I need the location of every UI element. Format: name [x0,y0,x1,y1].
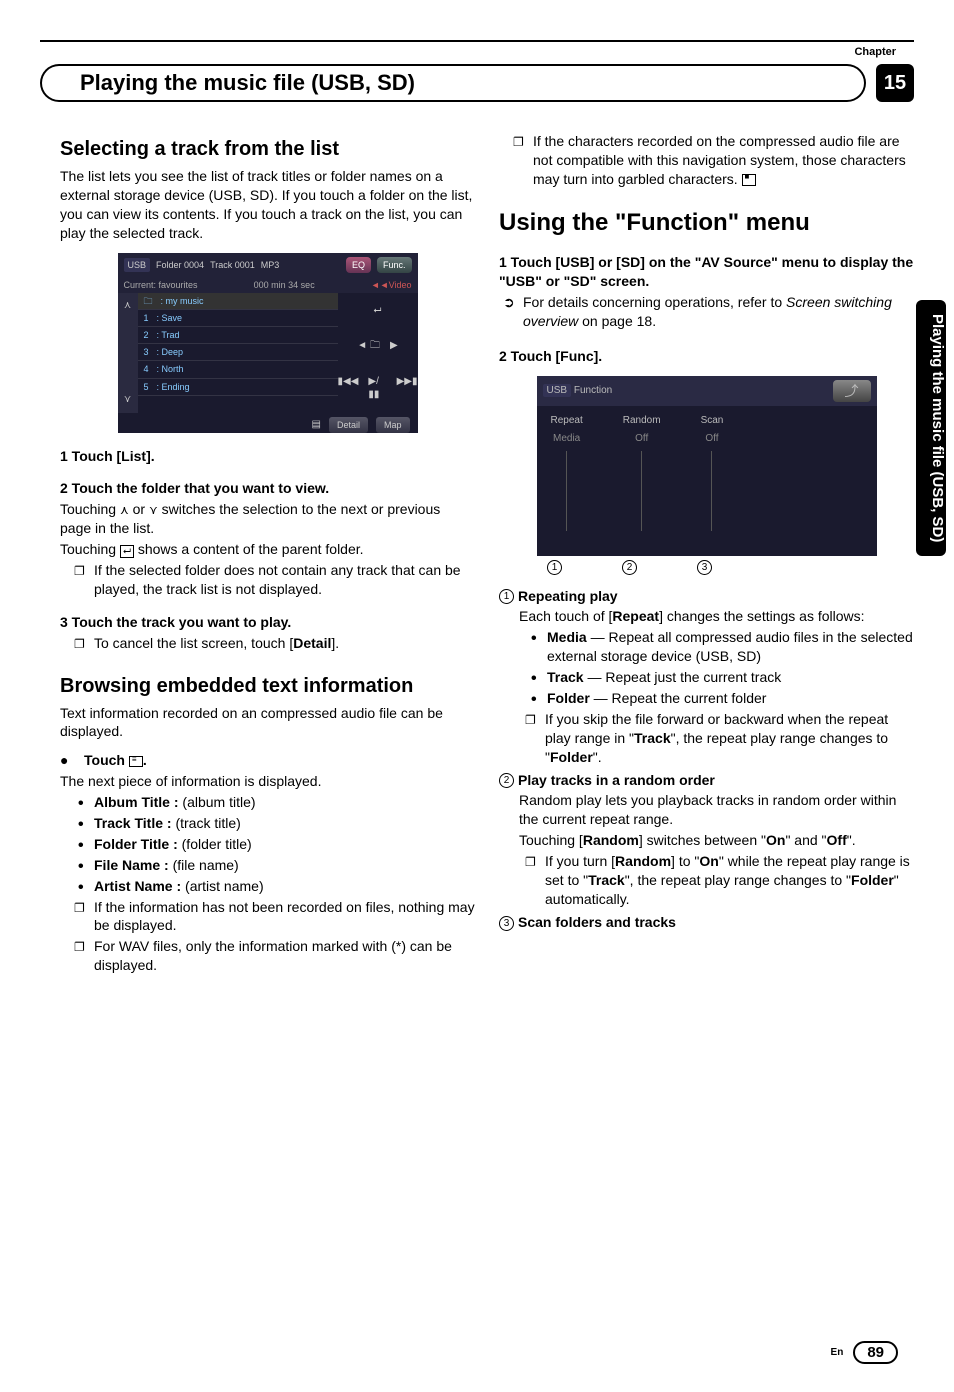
step-2: 2 Touch the folder that you want to view… [60,479,475,498]
shot1-scrollbar[interactable]: ⋏ ⋎ [118,293,138,413]
func-2-note: If you turn [Random] to "On" while the r… [545,852,914,909]
page-down-icon: ⋎ [149,502,158,518]
side-tab: Playing the music file (USB, SD) [916,300,946,556]
repeat-media: Media — Repeat all compressed audio file… [547,628,914,666]
func-step-2: 2 Touch [Func]. [499,347,914,366]
right-column: If the characters recorded on the compre… [499,130,914,977]
info-item: Album Title : (album title) [94,793,475,812]
prev-folder-icon[interactable]: ◄ 🗀 [357,339,380,353]
language-label: En [831,1347,844,1358]
info-fields-list: Album Title : (album title) Track Title … [60,793,475,895]
detail-button[interactable]: Detail [329,417,368,433]
left-column: Selecting a track from the list The list… [60,130,475,977]
step-3: 3 Touch the track you want to play. [60,613,475,632]
header-bar: Playing the music file (USB, SD) 15 [40,64,914,102]
browse-note-a: If the information has not been recorded… [94,898,475,936]
scroll-up-icon[interactable]: ⋏ [124,299,131,313]
func-1-note: If you skip the file forward or backward… [545,710,914,767]
chapter-label: Chapter [0,46,896,58]
parent-folder-icon: ⮠ [120,545,134,558]
func-step-1: 1 Touch [USB] or [SD] on the "AV Source"… [499,253,914,291]
step-1: 1 Touch [List]. [60,447,475,466]
repeat-track: Track — Repeat just the current track [547,668,914,687]
shot1-folder: Folder 0004 [156,259,204,271]
step3-note: To cancel the list screen, touch [Detail… [94,634,475,653]
info-display-icon [129,756,143,767]
info-item: Folder Title : (folder title) [94,835,475,854]
list-row[interactable]: 🗀: my music [138,293,338,310]
step2-desc-b: Touching ⮠ shows a content of the parent… [60,540,475,559]
list-row[interactable]: 4: North [138,361,338,378]
next-track-icon[interactable]: ▶▶▮ [397,375,418,402]
random-button[interactable]: RandomOff [623,414,661,537]
scroll-down-icon[interactable]: ⋎ [124,393,131,407]
shot1-list: 🗀: my music 1: Save 2: Trad 3: Deep 4: N… [138,293,338,413]
content-columns: Selecting a track from the list The list… [60,130,914,977]
list-screenshot: USB Folder 0004 Track 0001 MP3 EQ Func. … [118,253,418,433]
section-browsing: Browsing embedded text information [60,673,475,700]
next-info: The next piece of information is display… [60,772,475,791]
scan-button[interactable]: ScanOff [701,414,724,537]
callout-2: 2 [622,560,637,575]
garbled-note: If the characters recorded on the compre… [533,132,914,189]
page-title: Playing the music file (USB, SD) [70,64,836,102]
header-left-cap [40,64,70,102]
info-item: File Name : (file name) [94,856,475,875]
page-up-icon: ⋏ [120,502,129,518]
info-item: Track Title : (track title) [94,814,475,833]
footer: En 89 [831,1341,898,1364]
chapter-number-badge: 15 [876,64,914,102]
repeat-folder: Folder — Repeat the current folder [547,689,914,708]
section-selecting: Selecting a track from the list [60,136,475,163]
list-row[interactable]: 2: Trad [138,327,338,344]
up-folder-icon[interactable]: ⮠ [374,304,382,318]
func-2-body2: Touching [Random] switches between "On" … [499,831,914,850]
list-row[interactable]: 5: Ending [138,379,338,396]
func-3: 3Scan folders and tracks [499,913,914,932]
header-right-cap [836,64,866,102]
func-2-body: Random play lets you playback tracks in … [499,791,914,829]
func-1-body: Each touch of [Repeat] changes the setti… [499,607,914,626]
header-top-line [40,40,914,42]
browse-note-b: For WAV files, only the information mark… [94,937,475,975]
callout-3: 3 [697,560,712,575]
shot1-usb-badge: USB [124,258,151,272]
func-step-1-ref: For details concerning operations, refer… [499,293,914,331]
function-screenshot: USB Function ⤴ RepeatMedia RandomOff Sca… [537,376,877,556]
func-2: 2Play tracks in a random order [499,771,914,790]
func-1: 1Repeating play [499,587,914,606]
info-icon[interactable]: ▤ [312,418,321,432]
browsing-intro: Text information recorded on an compress… [60,704,475,742]
step2-desc-a: Touching ⋏ or ⋎ switches the selection t… [60,500,475,538]
step2-note: If the selected folder does not contain … [94,561,475,599]
shot1-eq-button[interactable]: EQ [346,257,371,273]
map-button[interactable]: Map [376,417,410,433]
page-number: 89 [853,1341,898,1364]
selecting-intro: The list lets you see the list of track … [60,167,475,243]
info-item: Artist Name : (artist name) [94,877,475,896]
shot1-func-button[interactable]: Func. [377,257,412,273]
shot1-mp3: MP3 [261,259,280,271]
back-button[interactable]: ⤴ [833,380,871,403]
shot2-usb-badge: USB [543,384,572,397]
end-icon [742,174,756,186]
shot1-current: Current: favourites [124,279,198,291]
prev-track-icon[interactable]: ▮◀◀ [338,375,359,402]
shot2-title: Function [574,385,612,396]
next-folder-icon[interactable]: ▶ [390,339,398,353]
callout-labels: 1 2 3 [499,560,914,575]
list-row[interactable]: 3: Deep [138,344,338,361]
list-row[interactable]: 1: Save [138,310,338,327]
callout-1: 1 [547,560,562,575]
repeat-button[interactable]: RepeatMedia [551,414,583,537]
section-function-menu: Using the "Function" menu [499,207,914,239]
play-pause-icon[interactable]: ▶/▮▮ [368,375,386,402]
shot1-video[interactable]: ◄◄Video [371,279,412,291]
shot1-track: Track 0001 [210,259,255,271]
touch-step: Touch . [60,751,475,770]
shot1-time: 000 min 34 sec [254,279,315,291]
